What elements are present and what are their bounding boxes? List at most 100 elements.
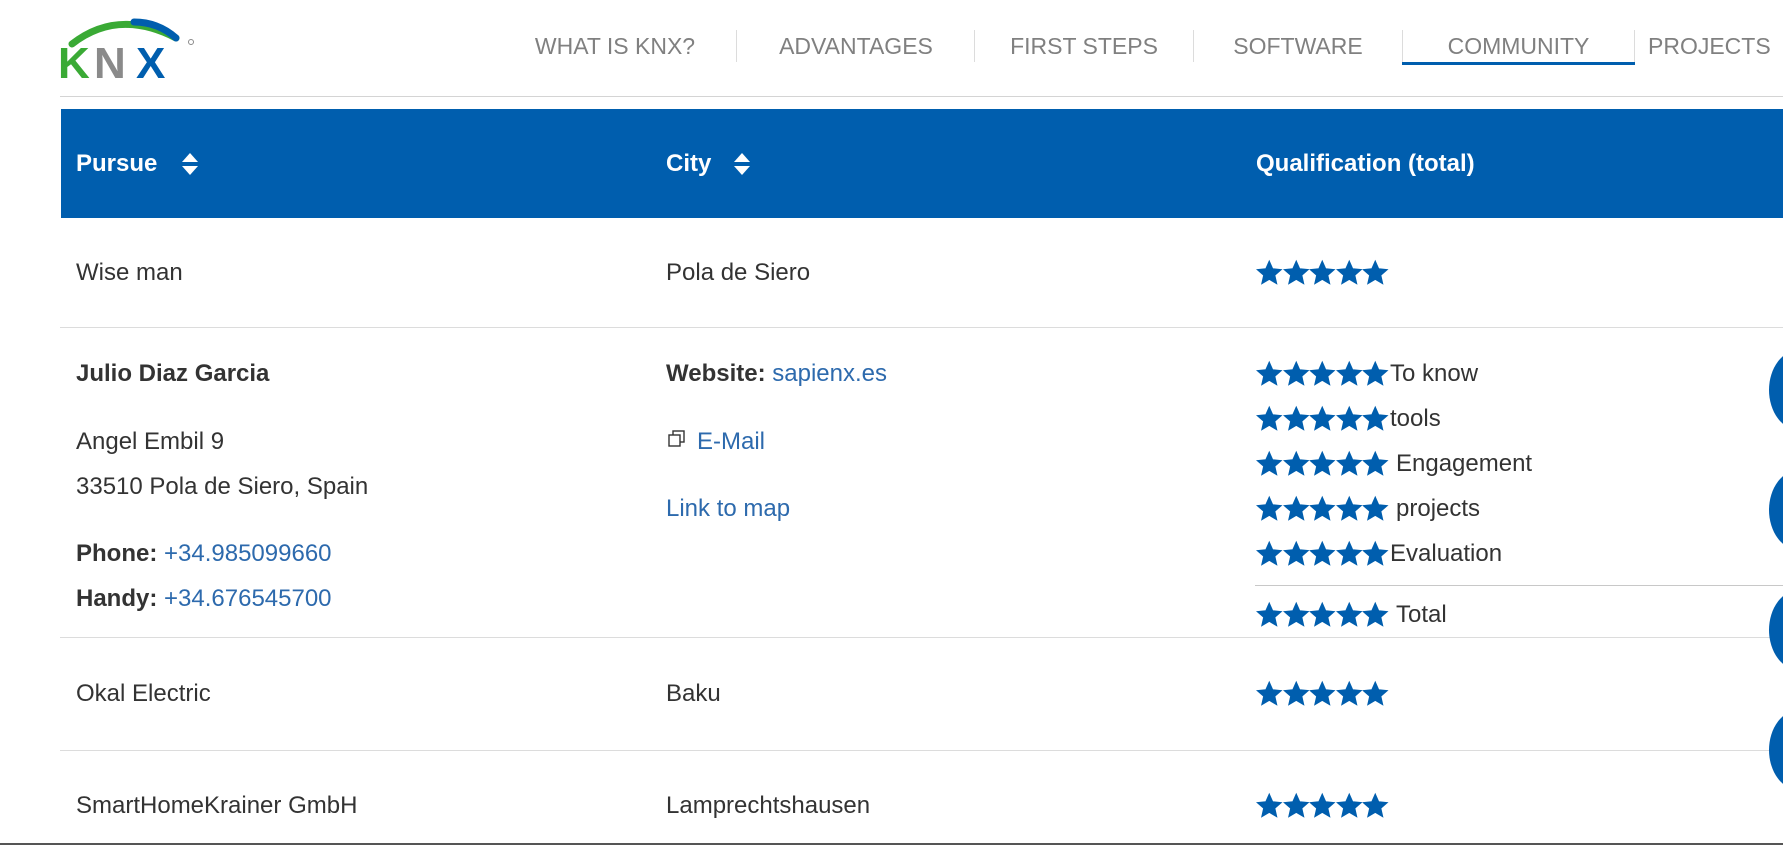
star-icon xyxy=(1282,601,1309,627)
star-rating-total xyxy=(1256,601,1389,629)
contact-handy: Handy: +34.676545700 xyxy=(76,585,332,613)
star-icon xyxy=(1256,792,1283,818)
main-navigation: WHAT IS KNX? ADVANTAGES FIRST STEPS SOFT… xyxy=(0,0,1783,96)
contact-phone: Phone: +34.985099660 xyxy=(76,540,332,568)
star-icon xyxy=(1362,259,1389,285)
star-icon xyxy=(1309,680,1336,706)
nav-separator xyxy=(1634,30,1635,62)
star-icon xyxy=(1362,450,1389,476)
column-header-city[interactable]: City xyxy=(666,109,711,218)
column-header-qualification: Qualification (total) xyxy=(1256,150,1475,177)
star-icon xyxy=(1362,405,1389,431)
row-name: SmartHomeKrainer GmbH xyxy=(76,792,358,819)
row-name: Okal Electric xyxy=(76,680,211,707)
star-icon xyxy=(1362,680,1389,706)
rating-label-projects[interactable]: projects xyxy=(1396,495,1480,523)
row-divider xyxy=(60,327,1783,328)
nav-item-projects[interactable]: PROJECTS xyxy=(1648,28,1783,64)
star-icon xyxy=(1282,680,1309,706)
nav-item-first-steps[interactable]: FIRST STEPS xyxy=(1008,28,1160,64)
phone-label: Phone: xyxy=(76,540,158,567)
star-icon xyxy=(1282,540,1309,566)
star-rating-to-know xyxy=(1256,360,1389,388)
nav-item-what-is-knx[interactable]: WHAT IS KNX? xyxy=(525,28,705,64)
contact-name: Julio Diaz Garcia xyxy=(76,360,270,387)
map-link[interactable]: Link to map xyxy=(666,495,790,523)
star-rating-evaluation xyxy=(1256,540,1389,568)
star-icon xyxy=(1309,450,1336,476)
nav-item-community[interactable]: COMMUNITY xyxy=(1402,28,1635,64)
handy-link[interactable]: +34.676545700 xyxy=(164,585,332,612)
nav-item-software[interactable]: SOFTWARE xyxy=(1226,28,1370,64)
star-icon xyxy=(1335,495,1362,521)
nav-separator xyxy=(1193,30,1194,62)
handy-label: Handy: xyxy=(76,585,158,612)
star-icon xyxy=(1309,360,1336,386)
row-divider xyxy=(60,637,1783,638)
star-icon xyxy=(1282,259,1309,285)
star-icon xyxy=(1282,495,1309,521)
email-link[interactable]: E-Mail xyxy=(697,428,765,456)
phone-link[interactable]: +34.985099660 xyxy=(164,540,332,567)
star-icon xyxy=(1309,601,1336,627)
row-divider xyxy=(60,750,1783,751)
star-icon xyxy=(1256,405,1283,431)
rating-label-to-know: To know xyxy=(1390,360,1479,387)
star-icon xyxy=(1282,450,1309,476)
star-icon xyxy=(1309,792,1336,818)
row-city: Lamprechtshausen xyxy=(666,792,871,819)
star-rating-projects xyxy=(1256,495,1389,523)
star-icon xyxy=(1309,540,1336,566)
star-rating xyxy=(1256,680,1389,708)
star-icon xyxy=(1256,259,1283,285)
star-icon xyxy=(1282,360,1309,386)
header-divider xyxy=(60,96,1783,97)
sort-icon[interactable] xyxy=(181,152,199,176)
star-icon xyxy=(1256,680,1283,706)
star-icon xyxy=(1335,360,1362,386)
contact-postal: 33510 Pola de Siero, Spain xyxy=(76,473,369,500)
star-icon xyxy=(1362,495,1389,521)
star-icon xyxy=(1335,792,1362,818)
page: K N X WHAT IS KNX? ADVANTAGES FIRST STEP… xyxy=(0,0,1783,845)
star-icon xyxy=(1362,792,1389,818)
action-button[interactable] xyxy=(1769,710,1783,790)
star-icon xyxy=(1362,540,1389,566)
star-icon xyxy=(1282,792,1309,818)
row-name: Wise man xyxy=(76,259,183,286)
rating-label-evaluation: Evaluation xyxy=(1390,540,1503,567)
action-button[interactable] xyxy=(1769,350,1783,430)
action-button[interactable] xyxy=(1769,470,1783,550)
star-icon xyxy=(1256,360,1283,386)
star-icon xyxy=(1309,259,1336,285)
star-rating xyxy=(1256,259,1389,287)
star-icon xyxy=(1335,540,1362,566)
star-rating xyxy=(1256,792,1389,820)
nav-item-advantages[interactable]: ADVANTAGES xyxy=(770,28,942,64)
star-icon xyxy=(1362,601,1389,627)
star-icon xyxy=(1309,495,1336,521)
star-icon xyxy=(1335,259,1362,285)
action-button[interactable] xyxy=(1769,590,1783,670)
star-icon xyxy=(1335,601,1362,627)
star-icon xyxy=(1256,495,1283,521)
star-icon xyxy=(1335,680,1362,706)
row-city: Pola de Siero xyxy=(666,259,811,286)
row-city: Baku xyxy=(666,680,721,707)
star-rating-engagement xyxy=(1256,450,1389,478)
column-header-pursue[interactable]: Pursue xyxy=(76,109,157,218)
star-icon xyxy=(1256,601,1283,627)
website-label: Website: xyxy=(666,360,766,387)
sort-icon[interactable] xyxy=(733,152,751,176)
contact-street: Angel Embil 9 xyxy=(76,428,225,455)
star-icon xyxy=(1362,360,1389,386)
star-icon xyxy=(1256,540,1283,566)
rating-total-divider xyxy=(1255,585,1783,586)
star-icon xyxy=(1335,450,1362,476)
external-link-icon xyxy=(668,430,685,447)
star-icon xyxy=(1256,450,1283,476)
table-header: Pursue City Qualification (total) xyxy=(61,109,1783,218)
nav-separator xyxy=(974,30,975,62)
website-link[interactable]: sapienx.es xyxy=(772,360,887,387)
star-icon xyxy=(1309,405,1336,431)
